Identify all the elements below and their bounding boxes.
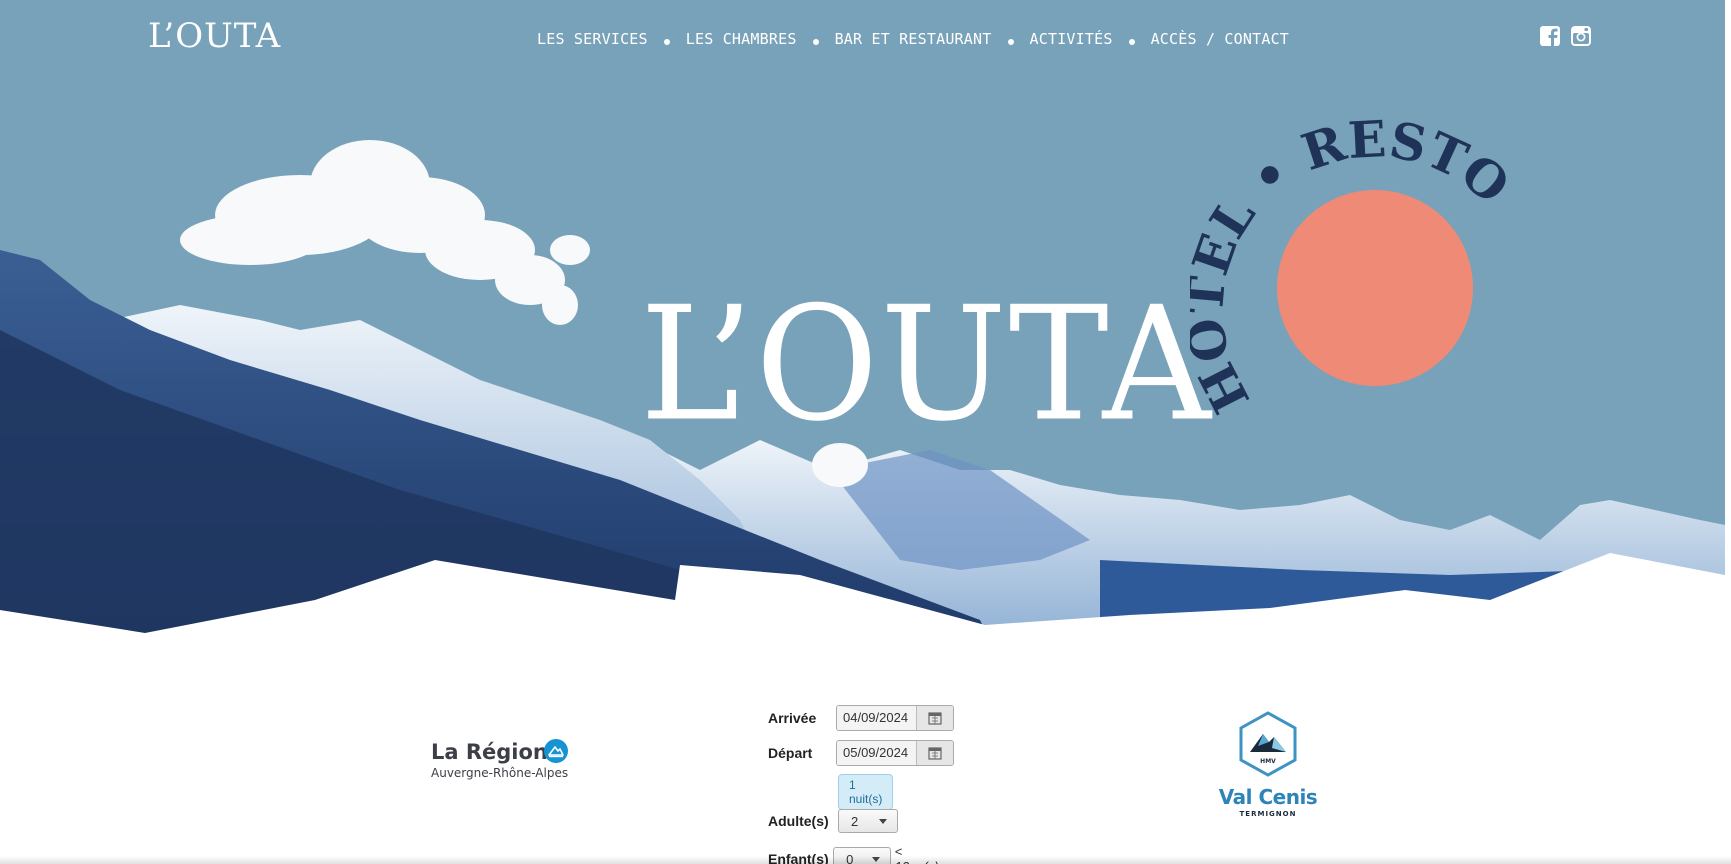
- adults-select[interactable]: 2: [838, 809, 898, 833]
- region-logo[interactable]: La Région Auvergne-Rhône-Alpes: [431, 739, 569, 780]
- arrival-label: Arrivée: [768, 710, 817, 726]
- val-cenis-name: Val Cenis: [1218, 785, 1318, 809]
- calendar-icon[interactable]: [917, 741, 953, 765]
- calendar-icon[interactable]: [917, 706, 953, 730]
- region-subtitle: Auvergne-Rhône-Alpes: [431, 766, 569, 780]
- val-cenis-hexagon-icon: HMV: [1239, 711, 1297, 777]
- departure-label: Départ: [768, 745, 813, 761]
- val-cenis-sub: TERMIGNON: [1239, 810, 1297, 818]
- adults-row: Adulte(s) 2: [768, 809, 898, 833]
- departure-date-value[interactable]: 05/09/2024: [837, 741, 917, 765]
- nav-les-chambres[interactable]: LES CHAMBRES: [686, 30, 797, 48]
- departure-date-field[interactable]: 05/09/2024: [836, 740, 954, 766]
- nav-bar-et-restaurant[interactable]: BAR ET RESTAURANT: [835, 30, 992, 48]
- nav-acces-contact[interactable]: ACCÈS / CONTACT: [1151, 30, 1289, 48]
- arrival-date-field[interactable]: 04/09/2024: [836, 705, 954, 731]
- page-bottom-shadow: [0, 856, 1731, 864]
- val-cenis-logo[interactable]: HMV Val Cenis TERMIGNON: [1218, 710, 1318, 818]
- hero-section: L’OUTA LES SERVICES LES CHAMBRES BAR ET …: [0, 0, 1725, 640]
- sun-circle: [1277, 190, 1473, 386]
- arrival-date-value[interactable]: 04/09/2024: [837, 706, 917, 730]
- region-mountain-icon: [544, 739, 568, 763]
- nights-badge: 1 nuit(s): [838, 774, 894, 810]
- facebook-icon[interactable]: [1538, 24, 1562, 48]
- nav-separator-dot: [812, 39, 819, 45]
- valcenis-badge-text: HMV: [1260, 758, 1276, 765]
- top-navigation: L’OUTA LES SERVICES LES CHAMBRES BAR ET …: [0, 0, 1725, 80]
- chevron-down-icon: [879, 818, 887, 824]
- nav-les-services[interactable]: LES SERVICES: [537, 30, 648, 48]
- nav-separator-dot: [663, 39, 670, 45]
- hero-title: L’OUTA: [640, 273, 1213, 457]
- nav-separator-dot: [1128, 39, 1135, 45]
- arrival-row: Arrivée 04/09/2024: [768, 705, 954, 731]
- adults-value: 2: [851, 813, 859, 829]
- instagram-icon[interactable]: [1569, 24, 1593, 48]
- hotel-resto-spa-badge: HÔTEL • RESTO • SPA: [1190, 110, 1530, 422]
- main-menu: LES SERVICES LES CHAMBRES BAR ET RESTAUR…: [537, 30, 1289, 48]
- nav-separator-dot: [1007, 39, 1014, 45]
- departure-row: Départ 05/09/2024: [768, 740, 954, 766]
- nav-activites[interactable]: ACTIVITÉS: [1030, 30, 1113, 48]
- social-links: [1538, 24, 1593, 48]
- adults-label: Adulte(s): [768, 813, 829, 829]
- brand-logo[interactable]: L’OUTA: [148, 16, 281, 56]
